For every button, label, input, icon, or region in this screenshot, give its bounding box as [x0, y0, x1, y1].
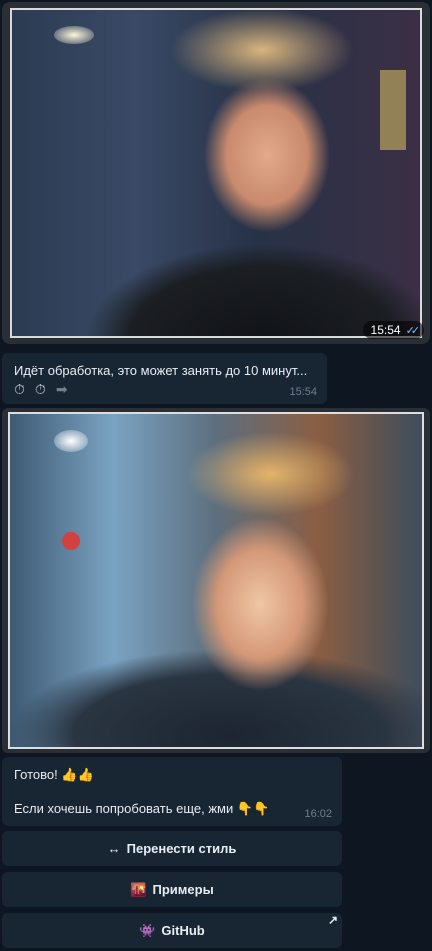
sunset-city-icon: 🌇 [130, 881, 147, 897]
photo-time-badge: 15:54 ✓✓ [362, 321, 424, 339]
examples-label: Примеры [152, 882, 214, 897]
soon-arrow-icon: ➡ [55, 381, 68, 397]
background-shelf [380, 70, 406, 150]
result-line-done: Готово! 👍👍 [14, 767, 94, 782]
result-message: Готово! 👍👍 Если хочешь попробовать еще, … [2, 757, 342, 826]
external-link-icon: ↗ [327, 913, 338, 927]
processing-message: Идёт обработка, это может занять до 10 м… [2, 353, 327, 404]
left-right-arrow-icon: ↔ [107, 841, 121, 856]
result-line-try-again: Если хочешь попробовать еще, жми 👇👇 [14, 801, 270, 816]
stopwatch-icon: ⏱ [14, 381, 25, 397]
result-photo-message[interactable] [2, 408, 430, 753]
ceiling-light [54, 26, 94, 44]
photo-time: 15:54 [370, 323, 401, 337]
processing-time: 15:54 [289, 386, 317, 398]
read-checks-icon: ✓✓ [405, 324, 421, 337]
stopwatch-icon: ⏱ [34, 381, 46, 397]
stylized-photo[interactable] [8, 412, 424, 749]
result-time: 16:02 [304, 808, 332, 820]
sent-photo[interactable] [10, 8, 422, 338]
alien-monster-icon: 👾 [139, 922, 156, 938]
processing-text: Идёт обработка, это может занять до 10 м… [14, 363, 308, 378]
painted-light [54, 430, 88, 452]
processing-icons: ⏱ ⏱ ➡ [14, 381, 68, 398]
painted-red-spot [62, 532, 80, 550]
examples-button[interactable]: 🌇 Примеры [2, 872, 342, 907]
sent-photo-message[interactable]: 15:54 ✓✓ [2, 2, 430, 344]
transfer-style-label: Перенести стиль [126, 841, 237, 856]
transfer-style-button[interactable]: ↔ Перенести стиль [2, 831, 342, 866]
github-button[interactable]: 👾 GitHub ↗ [2, 913, 342, 948]
github-label: GitHub [161, 923, 205, 938]
